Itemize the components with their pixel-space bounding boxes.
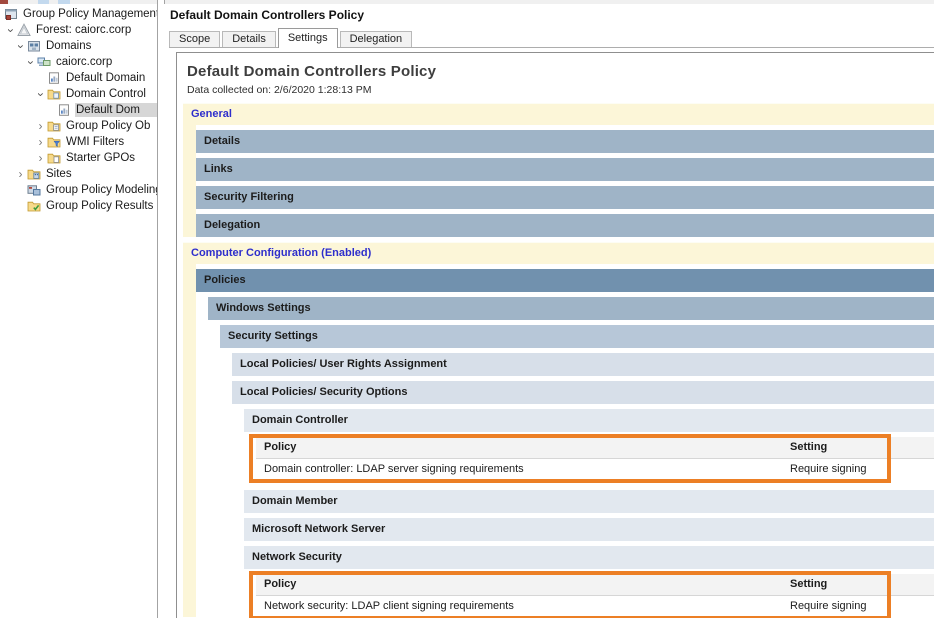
console-tree-pane: Group Policy Management › Forest: caiorc… xyxy=(0,4,157,618)
starter-gpo-folder-icon xyxy=(47,151,61,165)
gpmc-console-icon xyxy=(4,7,18,21)
tree-item-label: Domain Control xyxy=(66,88,146,100)
tree-item-sites[interactable]: › Sites xyxy=(0,166,157,182)
band-delegation[interactable]: Delegation xyxy=(196,214,934,237)
tree-item-label: Group Policy Ob xyxy=(66,120,151,132)
setting-column-header: Setting xyxy=(790,578,828,590)
band-security-settings[interactable]: Security Settings xyxy=(220,325,934,348)
section-general-link[interactable]: General xyxy=(183,103,934,125)
ou-folder-icon xyxy=(47,87,61,101)
tree-item-label: Starter GPOs xyxy=(66,152,136,164)
band-domain-member[interactable]: Domain Member xyxy=(244,490,934,513)
tree-item-wmi-filters[interactable]: › WMI Filters xyxy=(0,134,157,150)
chevron-expanded-icon[interactable]: › xyxy=(14,40,28,53)
band-user-rights-assignment[interactable]: Local Policies/ User Rights Assignment xyxy=(232,353,934,376)
chevron-expanded-icon[interactable]: › xyxy=(24,56,38,69)
chevron-collapsed-icon[interactable]: › xyxy=(14,167,27,181)
domains-icon xyxy=(27,39,41,53)
chevron-expanded-icon[interactable]: › xyxy=(4,24,18,37)
tree-item-label: WMI Filters xyxy=(66,136,125,148)
chevron-collapsed-icon[interactable]: › xyxy=(34,135,47,149)
tree-item-domains[interactable]: › Domains xyxy=(0,38,157,54)
ldap-server-signing-table: Policy Setting Domain controller: LDAP s… xyxy=(249,434,934,483)
tree-item-starter-gpos[interactable]: › Starter GPOs xyxy=(0,150,157,166)
policy-column-header: Policy xyxy=(264,441,297,453)
band-windows-settings[interactable]: Windows Settings xyxy=(208,297,934,320)
tree-item-label: Domains xyxy=(46,40,92,52)
policy-cell: Domain controller: LDAP server signing r… xyxy=(264,463,524,475)
section-general: General Details Links Security Filtering… xyxy=(183,103,934,237)
tree-item-label: Group Policy Management xyxy=(23,8,157,20)
forest-icon xyxy=(17,23,31,37)
band-security-filtering[interactable]: Security Filtering xyxy=(196,186,934,209)
gp-results-icon xyxy=(27,199,41,213)
report-collected-on: Data collected on: 2/6/2020 1:28:13 PM xyxy=(187,84,372,96)
tab-strip: Scope Details Settings Delegation xyxy=(169,27,934,48)
policy-column-header: Policy xyxy=(264,578,297,590)
tree-item-default-domain-policy[interactable]: › Default Domain xyxy=(0,70,157,86)
table-row: Domain controller: LDAP server signing r… xyxy=(256,459,934,480)
tree-item-label: Default Dom xyxy=(76,104,140,116)
tree-item-group-policy-results[interactable]: › Group Policy Results xyxy=(0,198,157,214)
gpo-folder-icon xyxy=(47,119,61,133)
settings-report: Default Domain Controllers Policy Data c… xyxy=(176,52,934,618)
setting-cell: Require signing xyxy=(790,600,867,612)
tree-item-label: Group Policy Results xyxy=(46,200,154,212)
tree-item-label: Default Domain xyxy=(66,72,146,84)
band-details[interactable]: Details xyxy=(196,130,934,153)
chevron-expanded-icon[interactable]: › xyxy=(34,88,48,101)
tab-details[interactable]: Details xyxy=(222,31,276,47)
tree-item-group-policy-modeling[interactable]: › Group Policy Modeling xyxy=(0,182,157,198)
tree-item-default-domain-controllers-policy[interactable]: › Default Dom xyxy=(0,102,157,118)
tab-scope[interactable]: Scope xyxy=(169,31,221,47)
gpmc-window: Group Policy Management › Forest: caiorc… xyxy=(0,0,934,618)
tree-item-label: caiorc.corp xyxy=(56,56,113,68)
setting-cell: Require signing xyxy=(790,463,867,475)
page-title: Default Domain Controllers Policy xyxy=(170,8,365,22)
band-policies[interactable]: Policies xyxy=(196,269,934,292)
tree-item-domain-controllers-ou[interactable]: › Domain Control xyxy=(0,86,157,102)
tab-delegation[interactable]: Delegation xyxy=(339,31,413,47)
band-network-security[interactable]: Network Security xyxy=(244,546,934,569)
tree-item-forest[interactable]: › Forest: caiorc.corp xyxy=(0,22,157,38)
policy-cell: Network security: LDAP client signing re… xyxy=(264,600,514,612)
tree-item-label: Forest: caiorc.corp xyxy=(36,24,132,36)
domain-icon xyxy=(37,55,51,69)
selected-tree-item-highlight: Default Dom xyxy=(75,103,157,117)
chevron-collapsed-icon[interactable]: › xyxy=(34,119,47,133)
tree-item-label: Sites xyxy=(46,168,72,180)
tree-item-domain-caiorc[interactable]: › caiorc.corp xyxy=(0,54,157,70)
band-security-options[interactable]: Local Policies/ Security Options xyxy=(232,381,934,404)
tree-item-group-policy-management[interactable]: Group Policy Management xyxy=(0,6,157,22)
table-header-row: Policy Setting xyxy=(256,574,934,596)
table-header-row: Policy Setting xyxy=(256,437,934,459)
tab-settings[interactable]: Settings xyxy=(277,28,338,48)
tree-item-label: Group Policy Modeling xyxy=(46,184,157,196)
gpo-icon xyxy=(47,71,61,85)
gpo-icon xyxy=(57,103,71,117)
tree-item-group-policy-objects[interactable]: › Group Policy Ob xyxy=(0,118,157,134)
wmi-filter-folder-icon xyxy=(47,135,61,149)
band-domain-controller[interactable]: Domain Controller xyxy=(244,409,934,432)
setting-column-header: Setting xyxy=(790,441,828,453)
report-title: Default Domain Controllers Policy xyxy=(187,63,437,80)
band-microsoft-network-server[interactable]: Microsoft Network Server xyxy=(244,518,934,541)
band-links[interactable]: Links xyxy=(196,158,934,181)
section-computer-configuration: Computer Configuration (Enabled) Policie… xyxy=(183,242,934,618)
results-pane: Default Domain Controllers Policy Scope … xyxy=(164,4,934,618)
section-computer-configuration-link[interactable]: Computer Configuration (Enabled) xyxy=(183,242,934,264)
chevron-collapsed-icon[interactable]: › xyxy=(34,151,47,165)
ldap-client-signing-table: Policy Setting Network security: LDAP cl… xyxy=(249,571,934,618)
gp-modeling-icon xyxy=(27,183,41,197)
table-row: Network security: LDAP client signing re… xyxy=(256,596,934,617)
sites-folder-icon xyxy=(27,167,41,181)
